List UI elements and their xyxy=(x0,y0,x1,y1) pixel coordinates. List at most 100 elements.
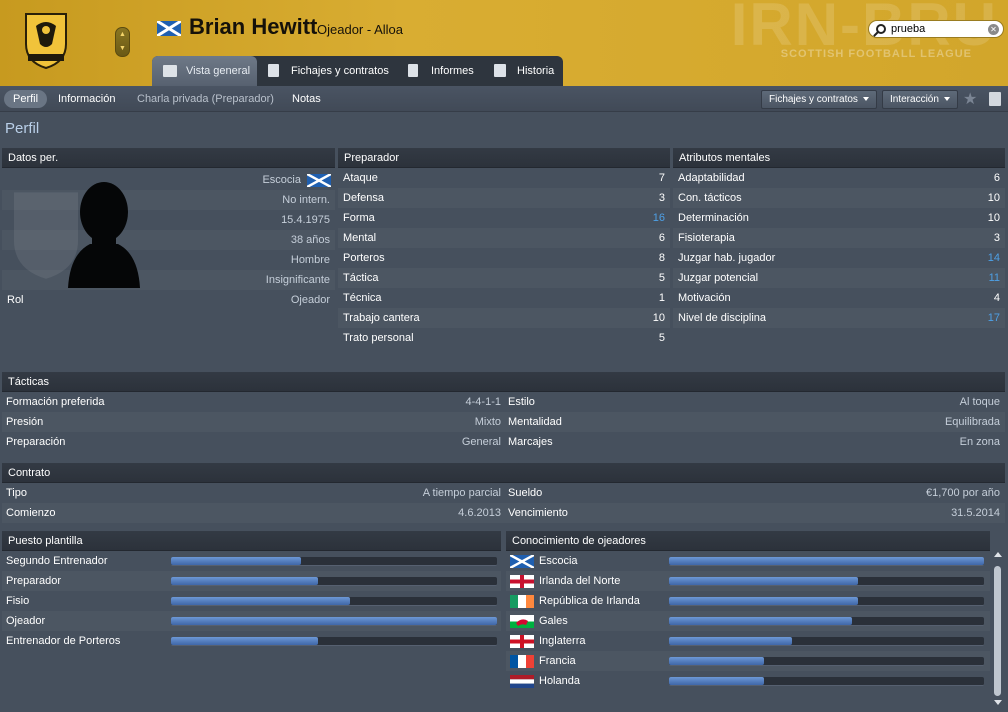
knowledge-bar xyxy=(669,677,984,686)
staff-role-row: Segundo Entrenador xyxy=(2,551,501,571)
info-row: Presión Mixto Mentalidad Equilibrada xyxy=(2,412,1005,432)
attribute-label: Adaptabilidad xyxy=(678,172,745,184)
staff-role-label: Fisio xyxy=(6,595,30,607)
panel-header: Tácticas xyxy=(2,372,1005,392)
transfers-dropdown-button[interactable]: Fichajes y contratos xyxy=(761,90,877,109)
attribute-row: Trabajo cantera 10 xyxy=(338,308,670,328)
attribute-label: Motivación xyxy=(678,292,731,304)
staff-role-row: Fisio xyxy=(2,591,501,611)
info-label: Marcajes xyxy=(508,436,553,448)
attribute-value: 16 xyxy=(652,212,665,224)
knowledge-row: Francia xyxy=(506,651,990,671)
knowledge-bar-fill xyxy=(669,617,852,625)
knowledge-row: Escocia xyxy=(506,551,990,571)
chevron-down-icon xyxy=(943,97,950,101)
attribute-row: Juzgar hab. jugador 14 xyxy=(673,248,1005,268)
subtab-charla-privada[interactable]: Charla privada (Preparador) xyxy=(137,90,274,108)
attribute-value: 10 xyxy=(652,312,665,324)
star-icon[interactable]: ★ xyxy=(963,89,977,109)
attribute-value: 5 xyxy=(658,332,665,344)
staff-role-label: Segundo Entrenador xyxy=(6,555,108,567)
league-name-watermark: SCOTTISH FOOTBALL LEAGUE xyxy=(780,48,972,60)
scotland-flag-icon xyxy=(510,555,534,568)
knowledge-row: Inglaterra xyxy=(506,631,990,651)
panel-header: Conocimiento de ojeadores xyxy=(506,531,990,551)
knowledge-bar-fill xyxy=(669,677,764,685)
staff-role-label: Entrenador de Porteros xyxy=(6,635,121,647)
panel-header: Atributos mentales xyxy=(673,148,1005,168)
search-box[interactable]: ✕ xyxy=(868,20,1004,38)
subtab-informacion[interactable]: Información xyxy=(58,90,115,108)
coach-attributes-list: Ataque 7 Defensa 3 Forma 16 Mental 6 Porteros 8 Tá… xyxy=(338,168,670,348)
knowledge-bar xyxy=(669,597,984,606)
player-stepper[interactable]: ▲ ▼ xyxy=(115,27,130,57)
interaction-dropdown-button[interactable]: Interacción xyxy=(882,90,958,109)
coach-attributes-panel: Preparador Ataque 7 Defensa 3 Forma 16 Mental 6… xyxy=(338,148,670,348)
subtab-notas[interactable]: Notas xyxy=(292,90,321,108)
scrollbar-thumb[interactable] xyxy=(994,566,1001,696)
knowledge-country[interactable]: Holanda xyxy=(539,671,580,691)
chevron-down-icon xyxy=(862,97,869,101)
international-value: No intern. xyxy=(282,194,330,206)
knowledge-country[interactable]: Gales xyxy=(539,611,568,631)
info-value: 4.6.2013 xyxy=(458,507,501,519)
main-tabs: Vista general Fichajes y contratos Infor… xyxy=(152,56,563,86)
subtab-perfil[interactable]: Perfil xyxy=(4,90,48,108)
scroll-up-icon[interactable] xyxy=(994,552,1002,557)
panel-header: Preparador xyxy=(338,148,670,168)
tab-label: Fichajes y contratos xyxy=(291,65,389,77)
info-label: Sueldo xyxy=(508,487,543,499)
knowledge-scrollbar[interactable] xyxy=(993,552,1003,712)
add-note-icon[interactable] xyxy=(989,92,1001,106)
info-value: En zona xyxy=(959,436,1000,448)
nationality-value[interactable]: Escocia xyxy=(262,170,301,190)
info-label: Vencimiento xyxy=(508,507,568,519)
role-row: Rol Ojeador xyxy=(2,290,335,310)
attribute-value: 14 xyxy=(987,252,1000,264)
attribute-row: Fisioterapia 3 xyxy=(673,228,1005,248)
info-value: €1,700 por año xyxy=(925,487,1000,499)
contract-list: Tipo A tiempo parcial Sueldo €1,700 por año… xyxy=(2,483,1005,523)
knowledge-country[interactable]: Inglaterra xyxy=(539,631,585,651)
knowledge-country[interactable]: Francia xyxy=(539,651,576,671)
attribute-label: Determinación xyxy=(678,212,749,224)
page-title: Perfil xyxy=(5,120,40,137)
knowledge-country[interactable]: Escocia xyxy=(539,551,578,571)
staff-role-bar xyxy=(171,577,497,586)
attribute-value: 5 xyxy=(658,272,665,284)
staff-role-bar-fill xyxy=(171,597,351,605)
knowledge-row: Holanda xyxy=(506,671,990,691)
knowledge-country[interactable]: Irlanda del Norte xyxy=(539,571,620,591)
next-arrow-icon[interactable]: ▼ xyxy=(116,42,129,56)
knowledge-bar-fill xyxy=(669,557,984,565)
panel-header: Puesto plantilla xyxy=(2,531,501,551)
tab-label: Informes xyxy=(431,65,474,77)
tactics-panel: Tácticas Formación preferida 4-4-1-1 Estil… xyxy=(2,372,1005,452)
knowledge-bar xyxy=(669,637,984,646)
info-value: Mixto xyxy=(474,416,501,428)
tab-informes[interactable]: Informes xyxy=(397,56,483,86)
info-label: Mentalidad xyxy=(508,416,562,428)
player-name: Brian Hewitt xyxy=(189,14,318,39)
staff-role-label: Preparador xyxy=(6,575,62,587)
attribute-label: Juzgar hab. jugador xyxy=(678,252,776,264)
player-role: Ojeador - Alloa xyxy=(317,22,403,37)
clear-search-icon[interactable]: ✕ xyxy=(988,24,999,35)
scroll-down-icon[interactable] xyxy=(994,700,1002,705)
knowledge-bar-fill xyxy=(669,637,792,645)
england-flag-icon xyxy=(510,635,534,648)
staff-role-bar xyxy=(171,597,497,606)
attribute-row: Determinación 10 xyxy=(673,208,1005,228)
tab-vista-general[interactable]: Vista general xyxy=(152,56,257,86)
knowledge-row: Gales xyxy=(506,611,990,631)
tab-historia[interactable]: Historia xyxy=(483,56,563,86)
tab-fichajes-y-contratos[interactable]: Fichajes y contratos xyxy=(257,56,397,86)
panel-header: Contrato xyxy=(2,463,1005,483)
search-input[interactable] xyxy=(891,22,985,36)
reputation-value: Insignificante xyxy=(265,274,330,286)
header-bar: IRN-BRU SCOTTISH FOOTBALL LEAGUE ▲ ▼ Bri… xyxy=(0,0,1008,86)
info-value: Al toque xyxy=(959,396,1000,408)
previous-arrow-icon[interactable]: ▲ xyxy=(116,28,129,42)
knowledge-country[interactable]: República de Irlanda xyxy=(539,591,640,611)
attribute-row: Defensa 3 xyxy=(338,188,670,208)
